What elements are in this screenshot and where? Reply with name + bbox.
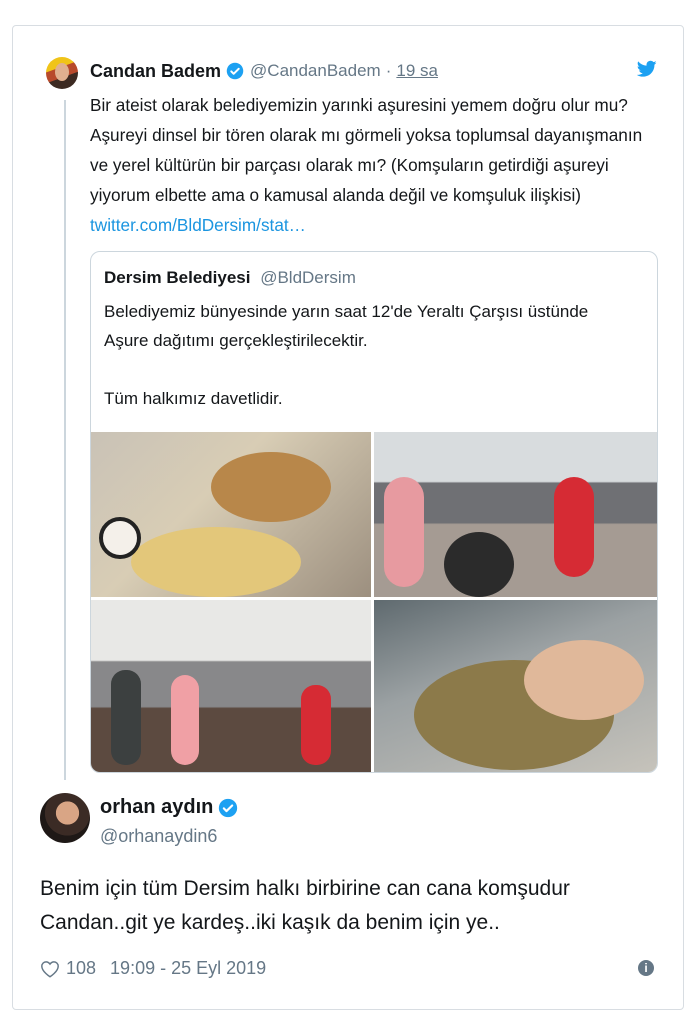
tweet-time[interactable]: 19 sa bbox=[396, 60, 438, 82]
quoted-tweet[interactable]: Dersim Belediyesi @BldDersim Belediyemiz… bbox=[90, 251, 658, 773]
author-handle[interactable]: @CandanBadem bbox=[250, 60, 381, 82]
tweet-link[interactable]: twitter.com/BldDersim/stat… bbox=[90, 215, 306, 235]
quoted-text: Belediyemiz bünyesinde yarın saat 12'de … bbox=[104, 297, 644, 413]
photo-walnuts-tray[interactable] bbox=[374, 600, 657, 772]
reply-author-handle[interactable]: @orhanaydin6 bbox=[100, 826, 217, 847]
author-name[interactable]: Candan Badem bbox=[90, 60, 221, 82]
info-icon[interactable]: i bbox=[638, 960, 654, 976]
separator-dot: · bbox=[385, 61, 392, 80]
twitter-bird-icon[interactable] bbox=[637, 60, 657, 78]
photo-grid bbox=[91, 432, 657, 772]
tweet-footer: 108 19:09 - 25 Eyl 2019 bbox=[40, 958, 266, 979]
reply-header: orhan aydın bbox=[100, 796, 244, 819]
reply-text: Benim için tüm Dersim halkı birbirine ca… bbox=[40, 877, 570, 934]
quoted-header: Dersim Belediyesi @BldDersim bbox=[104, 268, 356, 288]
verified-badge-icon bbox=[219, 798, 238, 817]
verified-badge-icon bbox=[226, 62, 244, 80]
like-count[interactable]: 108 bbox=[66, 958, 96, 979]
photo-hands-sorting[interactable] bbox=[91, 432, 371, 597]
reply-timestamp[interactable]: 19:09 - 25 Eyl 2019 bbox=[110, 958, 266, 979]
reply-author-name[interactable]: orhan aydın bbox=[100, 796, 213, 819]
quoted-author-handle: @BldDersim bbox=[260, 268, 356, 287]
quoted-line: Tüm halkımız davetlidir. bbox=[104, 389, 283, 408]
quoted-author-name: Dersim Belediyesi bbox=[104, 268, 251, 287]
quoted-line: Aşure dağıtımı gerçekleştirilecektir. bbox=[104, 331, 368, 350]
quoted-line: Belediyemiz bünyesinde yarın saat 12'de … bbox=[104, 302, 589, 321]
heart-icon[interactable] bbox=[40, 960, 60, 978]
tweet-text: Bir ateist olarak belediyemizin yarınki … bbox=[90, 90, 660, 240]
author-avatar[interactable] bbox=[46, 57, 78, 89]
tweet-header: Candan Badem @CandanBadem · 19 sa bbox=[90, 60, 438, 82]
photo-kitchen-wide[interactable] bbox=[91, 600, 371, 772]
photo-kitchen-workers[interactable] bbox=[374, 432, 657, 597]
thread-line bbox=[64, 100, 66, 780]
reply-author-avatar[interactable] bbox=[40, 793, 90, 843]
tweet-body: Bir ateist olarak belediyemizin yarınki … bbox=[90, 95, 643, 205]
